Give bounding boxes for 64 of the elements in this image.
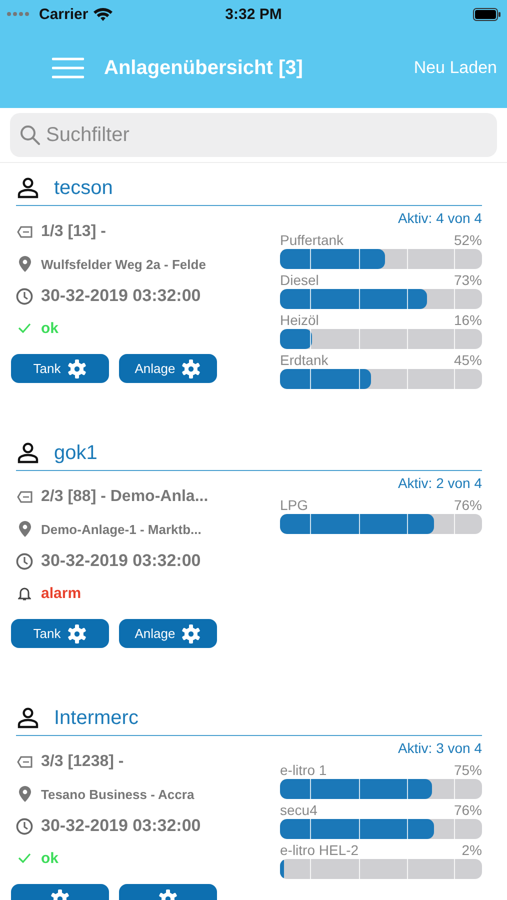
person-icon	[16, 441, 40, 465]
search-field[interactable]: Suchfilter	[10, 113, 497, 157]
tag-icon	[16, 226, 33, 238]
timestamp-text: 30-32-2019 03:32:00	[41, 816, 201, 836]
tank-percent: 73%	[454, 272, 482, 289]
tank-percent: 16%	[454, 312, 482, 329]
clock-time: 3:32 PM	[225, 6, 282, 22]
active-count: Aktiv: 3 von 4	[396, 740, 482, 756]
gear-icon	[181, 624, 202, 644]
check-icon	[16, 323, 33, 333]
timestamp-text: 30-32-2019 03:32:00	[41, 551, 201, 571]
settings-button[interactable]: Anlage	[119, 619, 217, 648]
tank-name: LPG	[280, 497, 308, 514]
person-icon	[16, 176, 40, 200]
location-pin-icon	[16, 256, 33, 272]
timestamp-text: 30-32-2019 03:32:00	[41, 286, 201, 306]
settings-button[interactable]: Tank	[11, 619, 109, 648]
tank-percent: 76%	[454, 802, 482, 819]
tank-name: Diesel	[280, 272, 319, 289]
battery-icon	[472, 8, 501, 20]
settings-button[interactable]: Anlage	[119, 354, 217, 383]
tank-percent: 76%	[454, 497, 482, 514]
carrier-name: Carrier	[39, 6, 88, 22]
plant-id: 2/3 [88] - Demo-Anla...	[41, 488, 208, 506]
address-text: Demo-Anlage-1 - Marktb...	[41, 522, 202, 536]
gear-icon	[66, 358, 87, 378]
plant-id: 1/3 [13] -	[41, 223, 106, 241]
tag-icon	[16, 756, 33, 768]
tank-name: e-litro HEL-2	[280, 842, 359, 859]
owner-name[interactable]: tecson	[54, 176, 113, 200]
clock-icon	[16, 818, 33, 834]
person-icon	[16, 706, 40, 730]
active-count: Aktiv: 4 von 4	[396, 210, 482, 226]
tank-name: secu4	[280, 802, 318, 819]
tag-icon	[16, 491, 33, 503]
bell-icon	[16, 586, 33, 600]
address-text: Tesano Business - Accra	[41, 786, 194, 802]
location-pin-icon	[16, 521, 33, 537]
owner-name[interactable]: gok1	[54, 442, 98, 464]
gear-icon	[181, 358, 202, 378]
clock-icon	[16, 288, 33, 304]
screen-title: Anlagenübersicht [3]	[104, 56, 304, 80]
settings-button[interactable]: Tank	[11, 354, 109, 383]
gear-icon	[66, 624, 87, 644]
search-icon	[20, 125, 40, 145]
tank-name: Erdtank	[280, 352, 328, 369]
clock-icon	[16, 552, 33, 570]
wifi-icon	[93, 6, 114, 22]
plant-id: 3/3 [1238] -	[41, 753, 124, 771]
tank-percent: 75%	[454, 762, 482, 779]
tank-percent: 45%	[454, 352, 482, 369]
tank-name: Heizöl	[280, 312, 319, 329]
check-icon	[16, 853, 33, 863]
tank-name: e-litro 1	[280, 762, 327, 779]
tank-name: Puffertank	[280, 232, 344, 249]
status-text: ok	[41, 320, 59, 336]
status-text: ok	[41, 850, 59, 866]
tank-percent: 2%	[462, 842, 482, 859]
tank-percent: 52%	[454, 232, 482, 249]
address-text: Wulfsfelder Weg 2a - Felde	[41, 256, 206, 272]
active-count: Aktiv: 2 von 4	[396, 475, 482, 491]
status-text: alarm	[41, 584, 82, 602]
location-pin-icon	[16, 786, 33, 802]
owner-name[interactable]: Intermerc	[54, 706, 138, 730]
